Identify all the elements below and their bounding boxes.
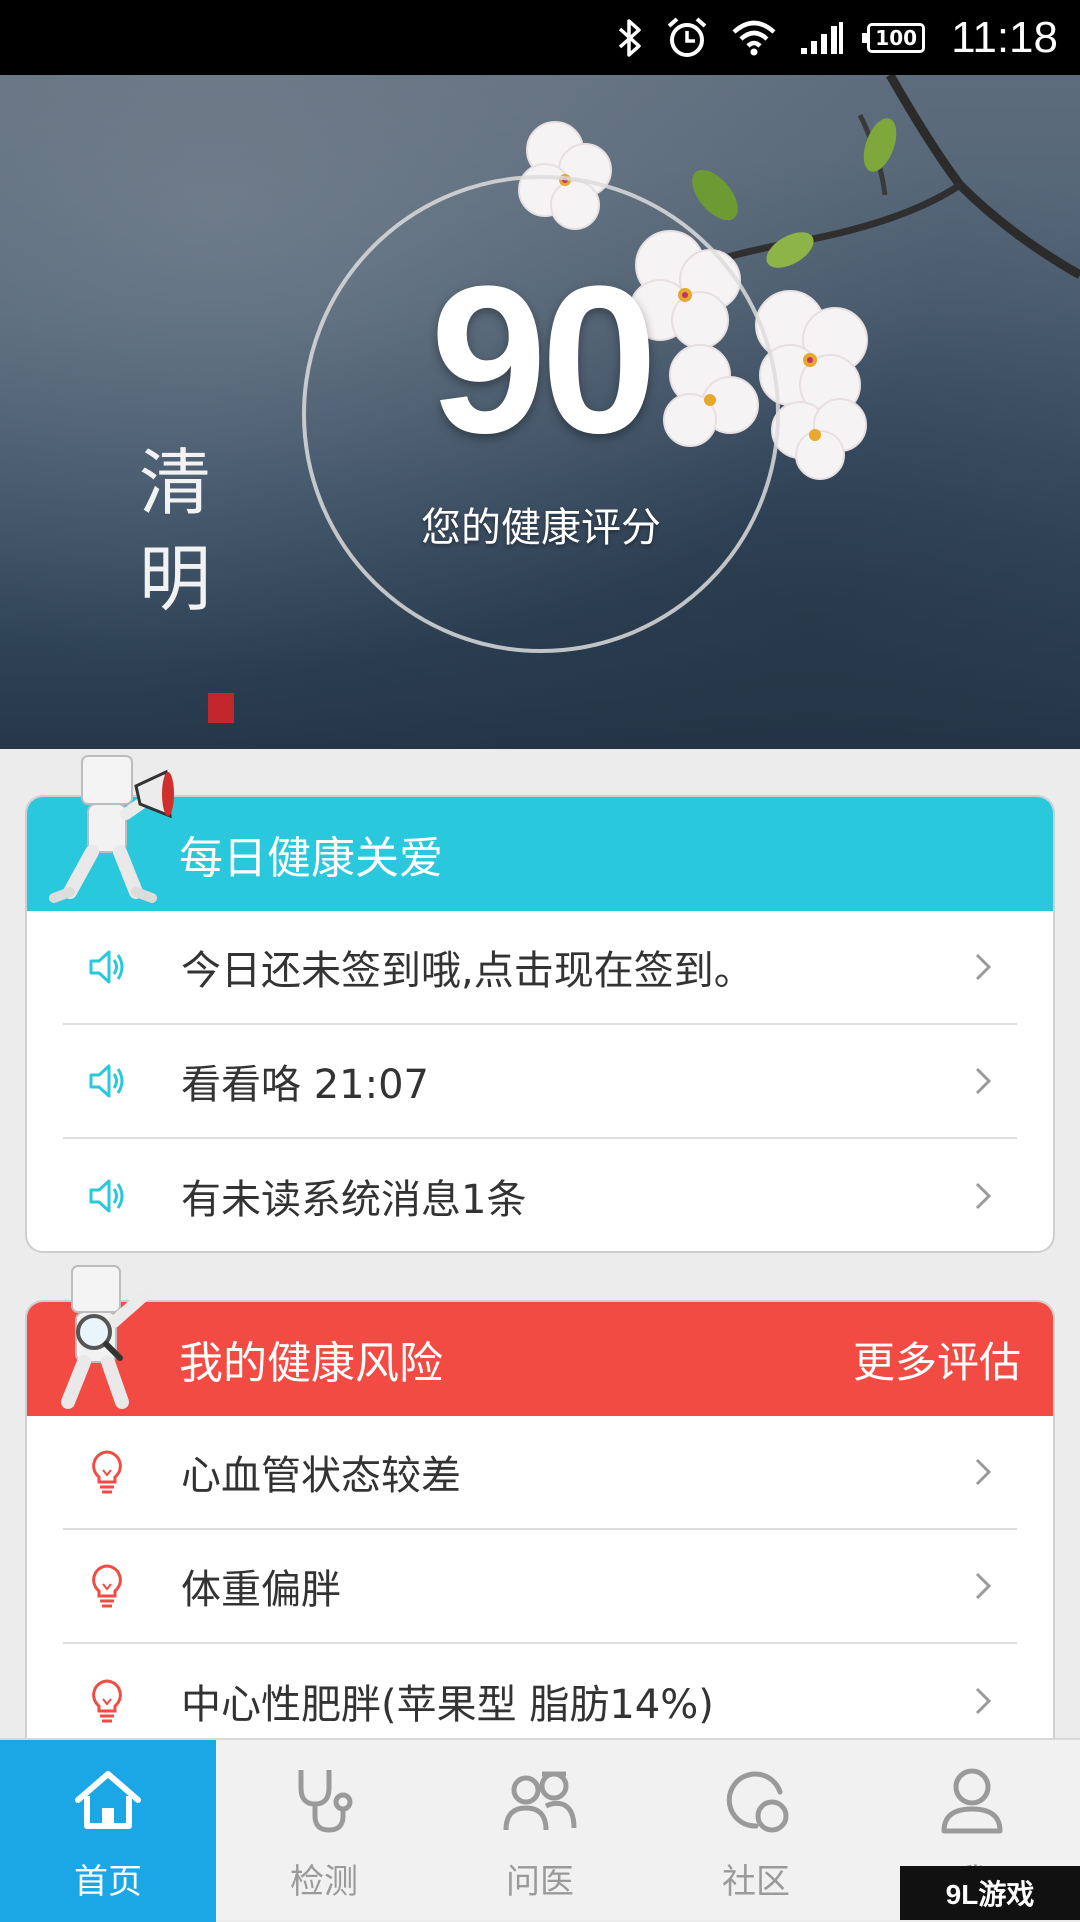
list-item-text: 心血管状态较差 xyxy=(181,1443,963,1501)
list-item-text: 体重偏胖 xyxy=(181,1557,963,1615)
list-item[interactable]: 体重偏胖 xyxy=(63,1530,1017,1644)
health-risk-header: 我的健康风险 更多评估 xyxy=(27,1302,1053,1416)
clock: 11:18 xyxy=(951,13,1058,63)
list-item-text: 今日还未签到哦,点击现在签到。 xyxy=(181,938,963,996)
watermark-logo: 9L游戏 xyxy=(900,1866,1080,1920)
speaker-icon xyxy=(79,939,135,995)
tab-detect-label: 检测 xyxy=(290,1854,358,1903)
list-item-text: 中心性肥胖(苹果型 脂肪14%) xyxy=(181,1672,963,1730)
speaker-icon xyxy=(79,1053,135,1109)
battery-icon: 100 xyxy=(867,23,925,53)
tab-home-label: 首页 xyxy=(74,1854,142,1903)
tab-home[interactable]: 首页 xyxy=(0,1740,216,1922)
tab-community[interactable]: 社区 xyxy=(648,1740,864,1922)
status-bar: 100 11:18 xyxy=(0,0,1080,75)
speaker-icon xyxy=(79,1168,135,1224)
megaphone-mascot-icon xyxy=(40,752,180,912)
list-item-text: 有未读系统消息1条 xyxy=(181,1167,963,1225)
bluetooth-icon xyxy=(617,18,643,58)
chevron-right-icon xyxy=(963,947,1003,987)
tab-community-label: 社区 xyxy=(722,1854,790,1903)
lightbulb-icon xyxy=(79,1444,135,1500)
chevron-right-icon xyxy=(963,1061,1003,1101)
health-score-label: 您的健康评分 xyxy=(302,495,780,553)
alarm-icon xyxy=(665,16,709,60)
list-item[interactable]: 今日还未签到哦,点击现在签到。 xyxy=(63,911,1017,1025)
lightbulb-icon xyxy=(79,1558,135,1614)
chevron-right-icon xyxy=(963,1566,1003,1606)
stethoscope-icon xyxy=(284,1760,364,1840)
list-item[interactable]: 看看咯 21:07 xyxy=(63,1025,1017,1139)
health-risk-title: 我的健康风险 xyxy=(179,1327,443,1391)
daily-care-title: 每日健康关爱 xyxy=(179,822,443,886)
more-assessment-link[interactable]: 更多评估 xyxy=(853,1302,1021,1416)
magnifier-mascot-icon xyxy=(48,1262,168,1412)
list-item[interactable]: 心血管状态较差 xyxy=(63,1416,1017,1530)
health-score-value: 90 xyxy=(302,255,780,465)
doctors-icon xyxy=(500,1760,580,1840)
chevron-right-icon xyxy=(963,1452,1003,1492)
tab-ask-doctor[interactable]: 问医 xyxy=(432,1740,648,1922)
chevron-right-icon xyxy=(963,1176,1003,1216)
home-icon xyxy=(68,1760,148,1840)
person-icon xyxy=(932,1760,1012,1840)
tab-ask-doctor-label: 问医 xyxy=(506,1854,574,1903)
wifi-icon xyxy=(731,20,777,56)
signal-icon xyxy=(799,20,845,56)
list-item[interactable]: 有未读系统消息1条 xyxy=(63,1139,1017,1253)
chevron-right-icon xyxy=(963,1681,1003,1721)
list-item-text: 看看咯 21:07 xyxy=(181,1052,963,1110)
community-icon xyxy=(716,1760,796,1840)
red-seal-stamp xyxy=(208,693,234,723)
calligraphy-text: 清明 xyxy=(130,435,220,627)
daily-care-header: 每日健康关爱 xyxy=(27,797,1053,911)
hero-banner: 清明 90 您的健康评分 xyxy=(0,75,1080,749)
health-risk-card: 我的健康风险 更多评估 心血管状态较差 体重偏胖 中心性肥胖(苹果型 脂肪14%… xyxy=(25,1300,1055,1760)
lightbulb-icon xyxy=(79,1673,135,1729)
tab-detect[interactable]: 检测 xyxy=(216,1740,432,1922)
